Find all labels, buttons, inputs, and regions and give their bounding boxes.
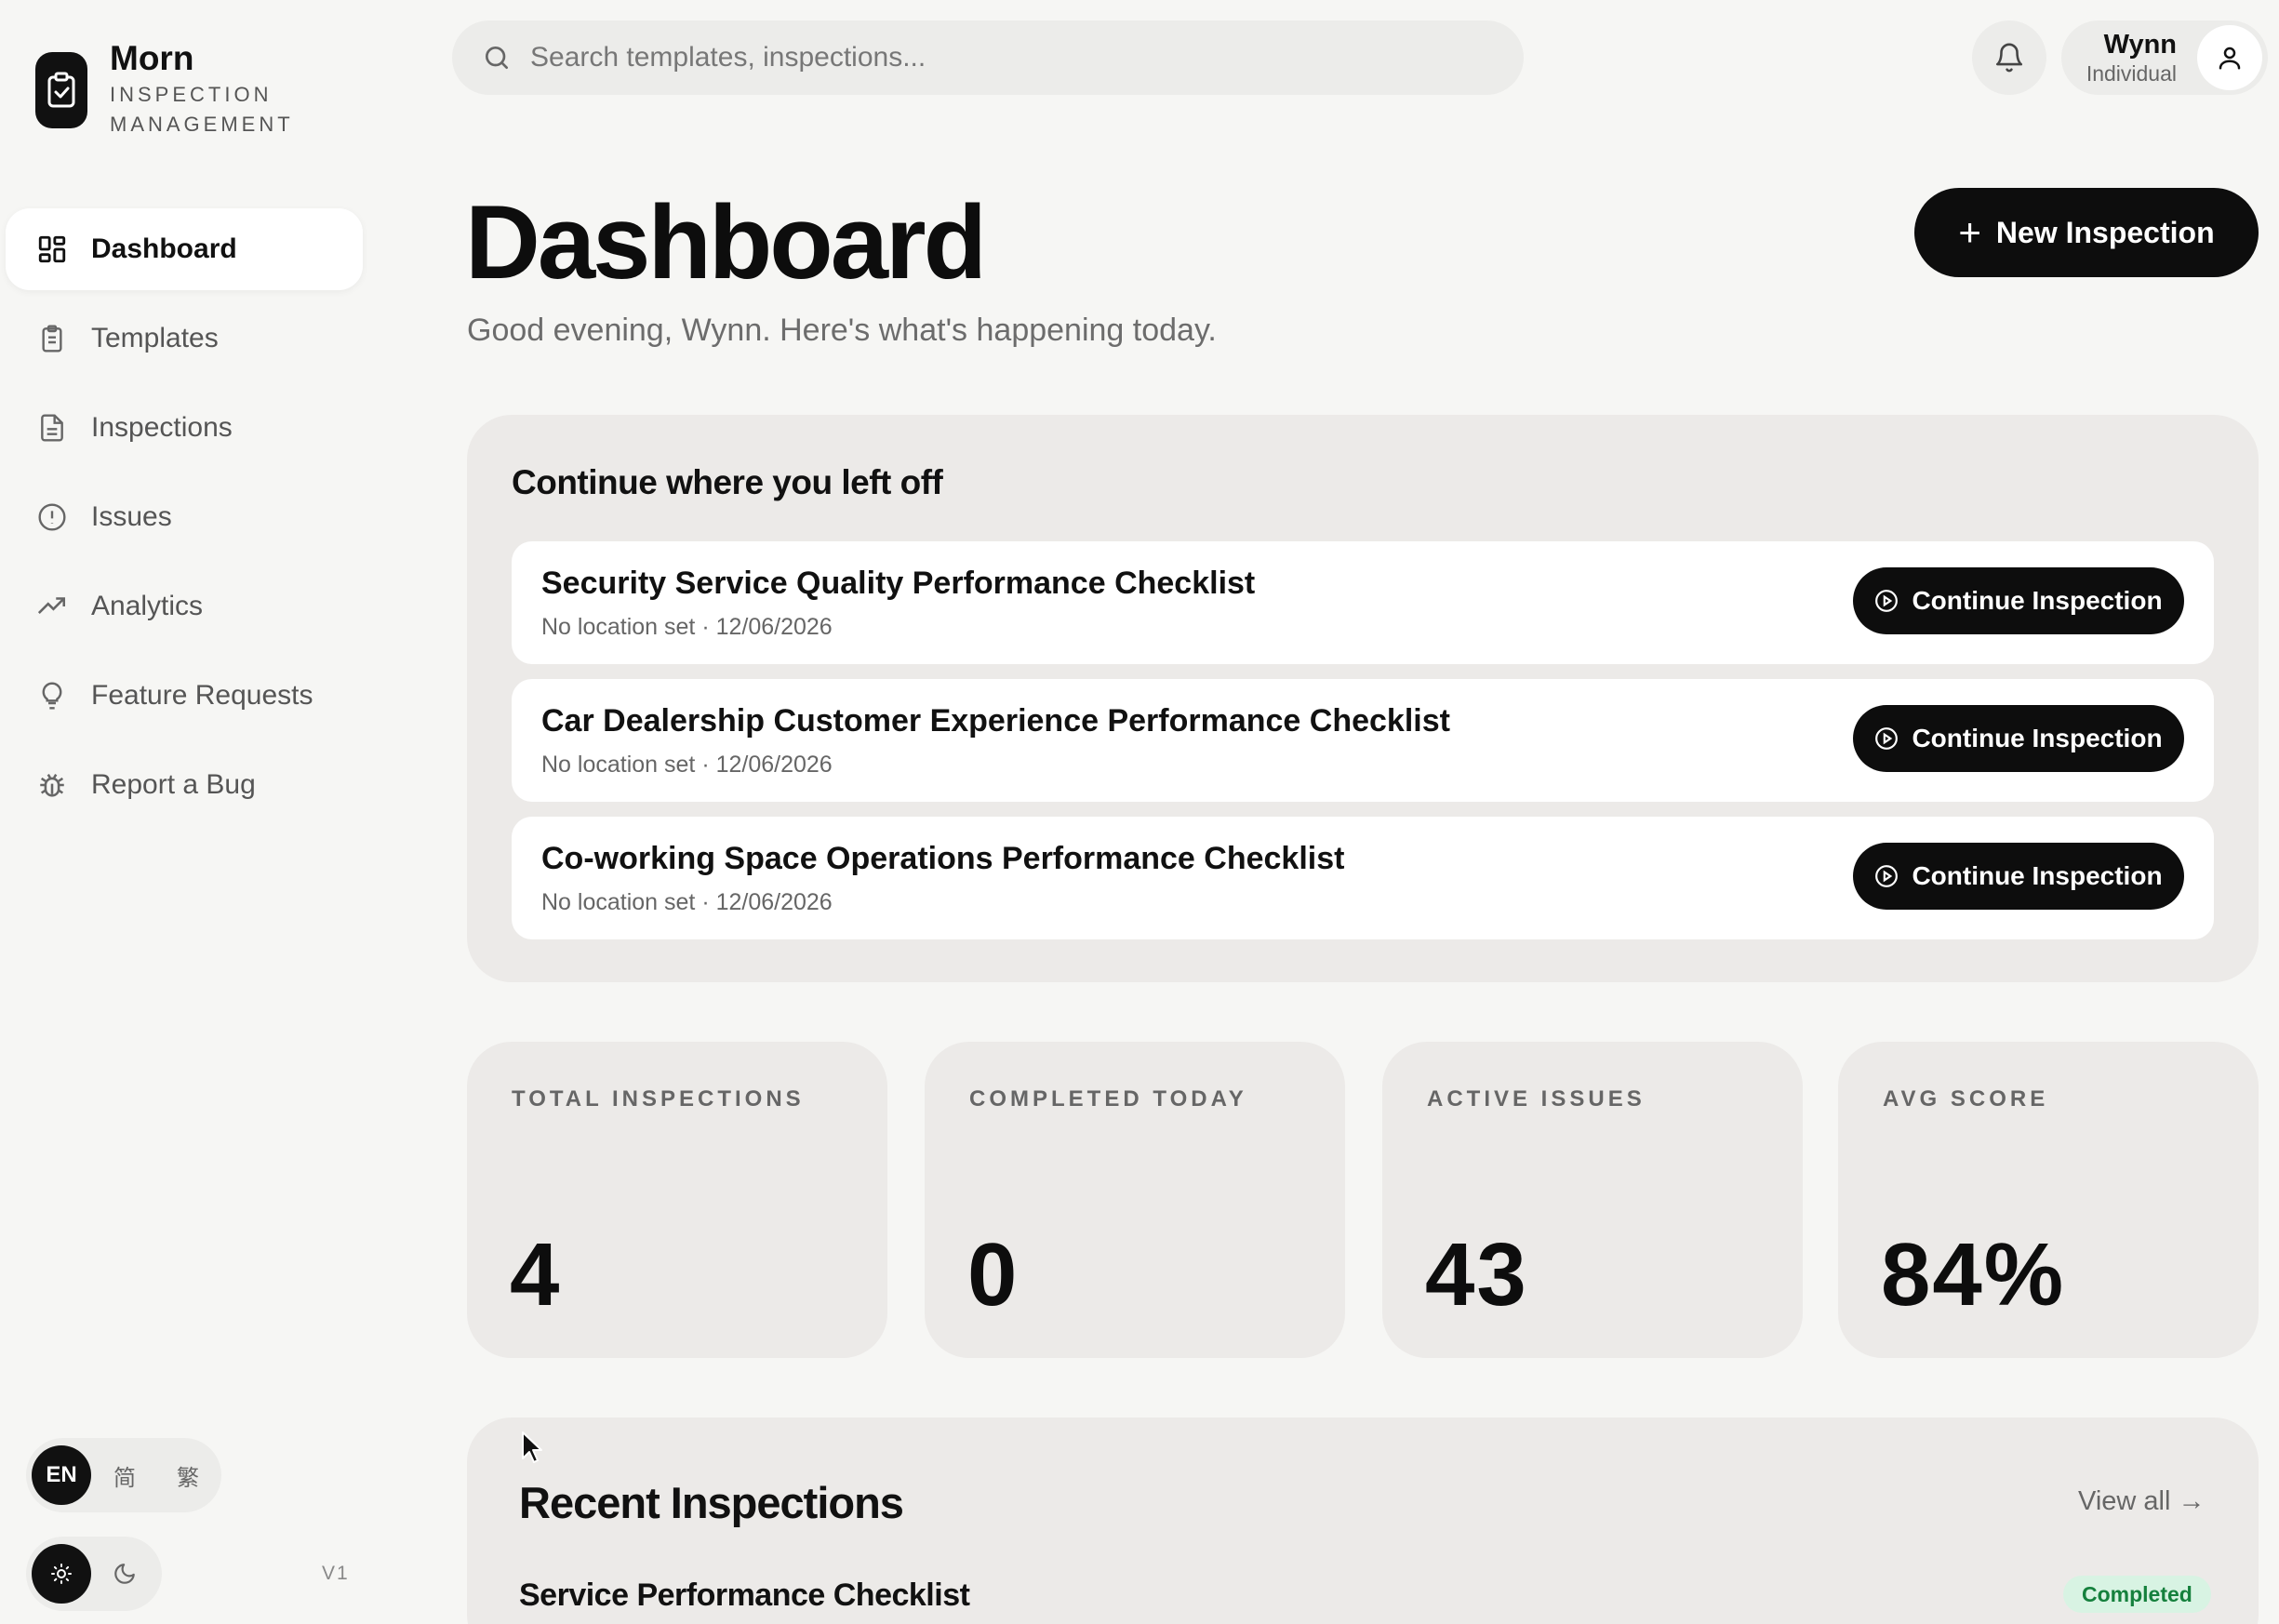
dashboard-icon: [35, 233, 69, 266]
play-circle-icon: [1874, 589, 1899, 613]
status-badge: Completed: [2063, 1576, 2211, 1613]
search-input[interactable]: [530, 42, 1460, 73]
greeting-text: Good evening, Wynn. Here's what's happen…: [467, 313, 1217, 348]
user-name: Wynn: [2103, 30, 2177, 60]
sidebar-item-inspections[interactable]: Inspections: [6, 387, 363, 469]
sidebar-item-report-bug[interactable]: Report a Bug: [6, 744, 363, 826]
stat-card-completed-today: COMPLETED TODAY 0: [925, 1042, 1345, 1358]
stat-value: 0: [967, 1225, 1020, 1324]
continue-item[interactable]: Car Dealership Customer Experience Perfo…: [512, 679, 2214, 802]
continue-item-name: Co-working Space Operations Performance …: [541, 841, 1345, 876]
stat-value: 4: [510, 1225, 562, 1324]
stat-label: COMPLETED TODAY: [969, 1086, 1247, 1112]
sidebar-item-label: Feature Requests: [91, 680, 313, 711]
recent-inspections-section: Recent Inspections View all → Service Pe…: [467, 1418, 2259, 1624]
view-all-link[interactable]: View all →: [2078, 1486, 2205, 1517]
continue-item-meta: No location set · 12/06/2026: [541, 752, 833, 778]
version-label: V1: [322, 1563, 350, 1584]
brand-name: Morn: [110, 39, 194, 77]
notifications-button[interactable]: [1972, 20, 2046, 95]
brand-subtitle-line1: INSPECTION: [110, 83, 273, 106]
avatar: [2197, 25, 2262, 90]
sidebar-item-label: Inspections: [91, 412, 233, 443]
continue-inspection-button[interactable]: Continue Inspection: [1853, 705, 2184, 772]
language-switcher: EN 简 繁: [26, 1438, 221, 1512]
continue-item-meta: No location set · 12/06/2026: [541, 614, 833, 640]
continue-item[interactable]: Co-working Space Operations Performance …: [512, 817, 2214, 939]
brand[interactable]: Morn INSPECTION MANAGEMENT: [35, 37, 294, 140]
light-theme-button[interactable]: [32, 1544, 91, 1604]
sidebar-item-label: Issues: [91, 501, 172, 532]
continue-inspection-button[interactable]: Continue Inspection: [1853, 843, 2184, 910]
sidebar-item-dashboard[interactable]: Dashboard: [6, 208, 363, 290]
new-inspection-button[interactable]: + New Inspection: [1914, 188, 2259, 277]
continue-inspection-label: Continue Inspection: [1912, 586, 2163, 615]
user-menu[interactable]: Wynn Individual: [2061, 20, 2268, 95]
stat-label: TOTAL INSPECTIONS: [512, 1086, 805, 1112]
stat-label: AVG SCORE: [1883, 1086, 2049, 1112]
play-circle-icon: [1874, 726, 1899, 751]
language-en-button[interactable]: EN: [32, 1445, 91, 1505]
sidebar-nav: Dashboard Templates Inspections Issues A…: [6, 208, 363, 833]
lightbulb-icon: [35, 679, 69, 712]
sidebar-item-label: Templates: [91, 323, 219, 353]
sidebar-item-analytics[interactable]: Analytics: [6, 566, 363, 647]
continue-inspection-button[interactable]: Continue Inspection: [1853, 567, 2184, 634]
stat-value: 43: [1425, 1225, 1528, 1324]
continue-section-title: Continue where you left off: [512, 463, 943, 501]
bell-icon: [1995, 43, 2023, 73]
stat-card-active-issues: ACTIVE ISSUES 43: [1382, 1042, 1803, 1358]
search-icon: [486, 47, 508, 69]
alert-circle-icon: [35, 500, 69, 534]
document-icon: [35, 411, 69, 445]
dark-theme-button[interactable]: [95, 1544, 154, 1604]
trend-up-icon: [35, 590, 69, 623]
continue-item-meta: No location set · 12/06/2026: [541, 889, 833, 915]
new-inspection-label: New Inspection: [1995, 215, 2215, 249]
sidebar-item-issues[interactable]: Issues: [6, 476, 363, 558]
sidebar-item-feature-requests[interactable]: Feature Requests: [6, 655, 363, 737]
recent-inspections-title: Recent Inspections: [519, 1478, 904, 1527]
clipboard-check-logo-icon: [35, 52, 87, 128]
continue-item[interactable]: Security Service Quality Performance Che…: [512, 541, 2214, 664]
moon-icon: [114, 1564, 135, 1584]
sidebar-item-templates[interactable]: Templates: [6, 298, 363, 379]
sun-icon: [51, 1564, 72, 1584]
language-traditional-chinese-button[interactable]: 繁: [158, 1445, 218, 1505]
continue-section: Continue where you left off Security Ser…: [467, 415, 2259, 982]
continue-inspection-label: Continue Inspection: [1912, 724, 2163, 752]
stat-card-avg-score: AVG SCORE 84%: [1838, 1042, 2259, 1358]
continue-item-name: Car Dealership Customer Experience Perfo…: [541, 703, 1450, 739]
sidebar-item-label: Report a Bug: [91, 769, 256, 800]
play-circle-icon: [1874, 864, 1899, 888]
user-role: Individual: [2086, 61, 2177, 86]
mouse-cursor-icon: [522, 1431, 542, 1463]
sidebar-item-label: Analytics: [91, 591, 204, 621]
continue-item-name: Security Service Quality Performance Che…: [541, 566, 1256, 601]
language-simplified-chinese-button[interactable]: 简: [95, 1445, 154, 1505]
recent-inspection-name[interactable]: Service Performance Checklist: [519, 1577, 970, 1614]
sidebar: Morn INSPECTION MANAGEMENT Dashboard Tem…: [0, 0, 372, 1624]
bug-icon: [35, 768, 69, 802]
search-bar[interactable]: [452, 20, 1524, 95]
stat-value: 84%: [1881, 1225, 2066, 1324]
plus-icon: +: [1958, 210, 1981, 254]
brand-subtitle-line2: MANAGEMENT: [110, 113, 294, 136]
theme-switcher: [26, 1537, 162, 1611]
page-title: Dashboard: [465, 184, 987, 300]
user-icon: [2219, 47, 2241, 70]
stat-label: ACTIVE ISSUES: [1427, 1086, 1646, 1112]
stat-card-total-inspections: TOTAL INSPECTIONS 4: [467, 1042, 887, 1358]
sidebar-item-label: Dashboard: [91, 233, 237, 264]
clipboard-icon: [35, 322, 69, 355]
continue-inspection-label: Continue Inspection: [1912, 861, 2163, 890]
